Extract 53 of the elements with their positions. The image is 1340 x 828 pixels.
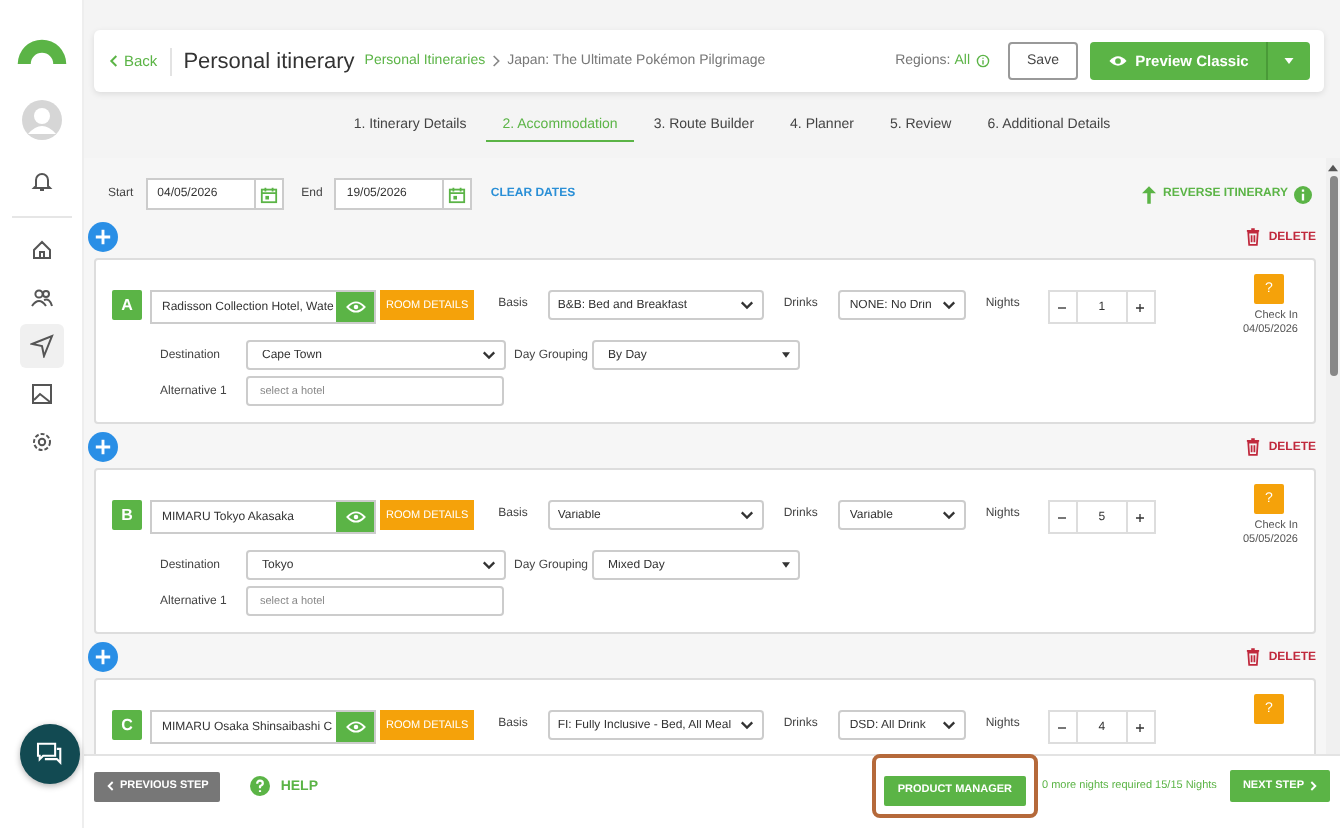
arrow-up-icon — [1141, 185, 1156, 203]
scrollbar[interactable] — [1326, 158, 1340, 754]
trash-icon — [1246, 228, 1261, 246]
chevron-right-icon — [1310, 780, 1318, 792]
plus-icon — [1136, 723, 1145, 731]
caret-icon — [782, 562, 791, 568]
chevron-down-icon — [482, 350, 496, 360]
sidebar-item[interactable] — [19, 324, 63, 368]
trash-icon — [1246, 648, 1261, 666]
stay-letter: A — [112, 290, 142, 320]
plus-icon — [1136, 303, 1145, 311]
chevron-down-icon — [941, 510, 956, 520]
plus-icon — [94, 438, 112, 456]
info-icon — [1294, 185, 1312, 203]
plus-icon — [94, 648, 112, 666]
chevron-left-icon — [106, 780, 114, 792]
info-icon — [976, 54, 990, 68]
chevron-down-icon — [739, 300, 754, 310]
people-icon — [29, 286, 53, 310]
image-icon — [29, 382, 53, 406]
caret-icon — [1284, 58, 1294, 64]
stay-letter: C — [112, 710, 142, 740]
stay-letter: B — [112, 500, 142, 530]
minus-icon — [1058, 305, 1067, 309]
chat-button[interactable] — [20, 724, 80, 784]
chevron-down-icon — [739, 510, 754, 520]
add-button[interactable] — [88, 222, 118, 252]
calendar-icon — [259, 185, 278, 203]
chevron-down-icon — [739, 720, 754, 730]
plus-icon — [1136, 513, 1145, 521]
bell-icon[interactable] — [29, 170, 53, 194]
chevron-down-icon — [482, 560, 496, 570]
dropdown-button[interactable] — [1266, 42, 1310, 80]
home-icon — [29, 238, 53, 262]
chevron-down-icon — [941, 300, 956, 310]
chevron-down-icon — [941, 720, 956, 730]
caret-icon — [782, 352, 791, 358]
calendar-icon — [448, 185, 467, 203]
minus-icon — [1058, 725, 1067, 729]
breadcrumb-separator-icon — [491, 54, 502, 68]
add-button[interactable] — [88, 432, 118, 462]
send-icon — [29, 334, 53, 358]
plus-icon — [94, 228, 112, 246]
page-title: Personal itinerary — [183, 49, 355, 73]
trash-icon — [1246, 438, 1261, 456]
add-button[interactable] — [88, 642, 118, 672]
minus-icon — [1058, 515, 1067, 519]
chevron-left-icon — [108, 54, 118, 68]
help-icon — [250, 776, 271, 796]
scroll-up-icon[interactable] — [1328, 164, 1338, 172]
eye-icon — [1107, 54, 1128, 68]
settings-icon — [29, 430, 53, 454]
chat-icon — [36, 742, 64, 766]
